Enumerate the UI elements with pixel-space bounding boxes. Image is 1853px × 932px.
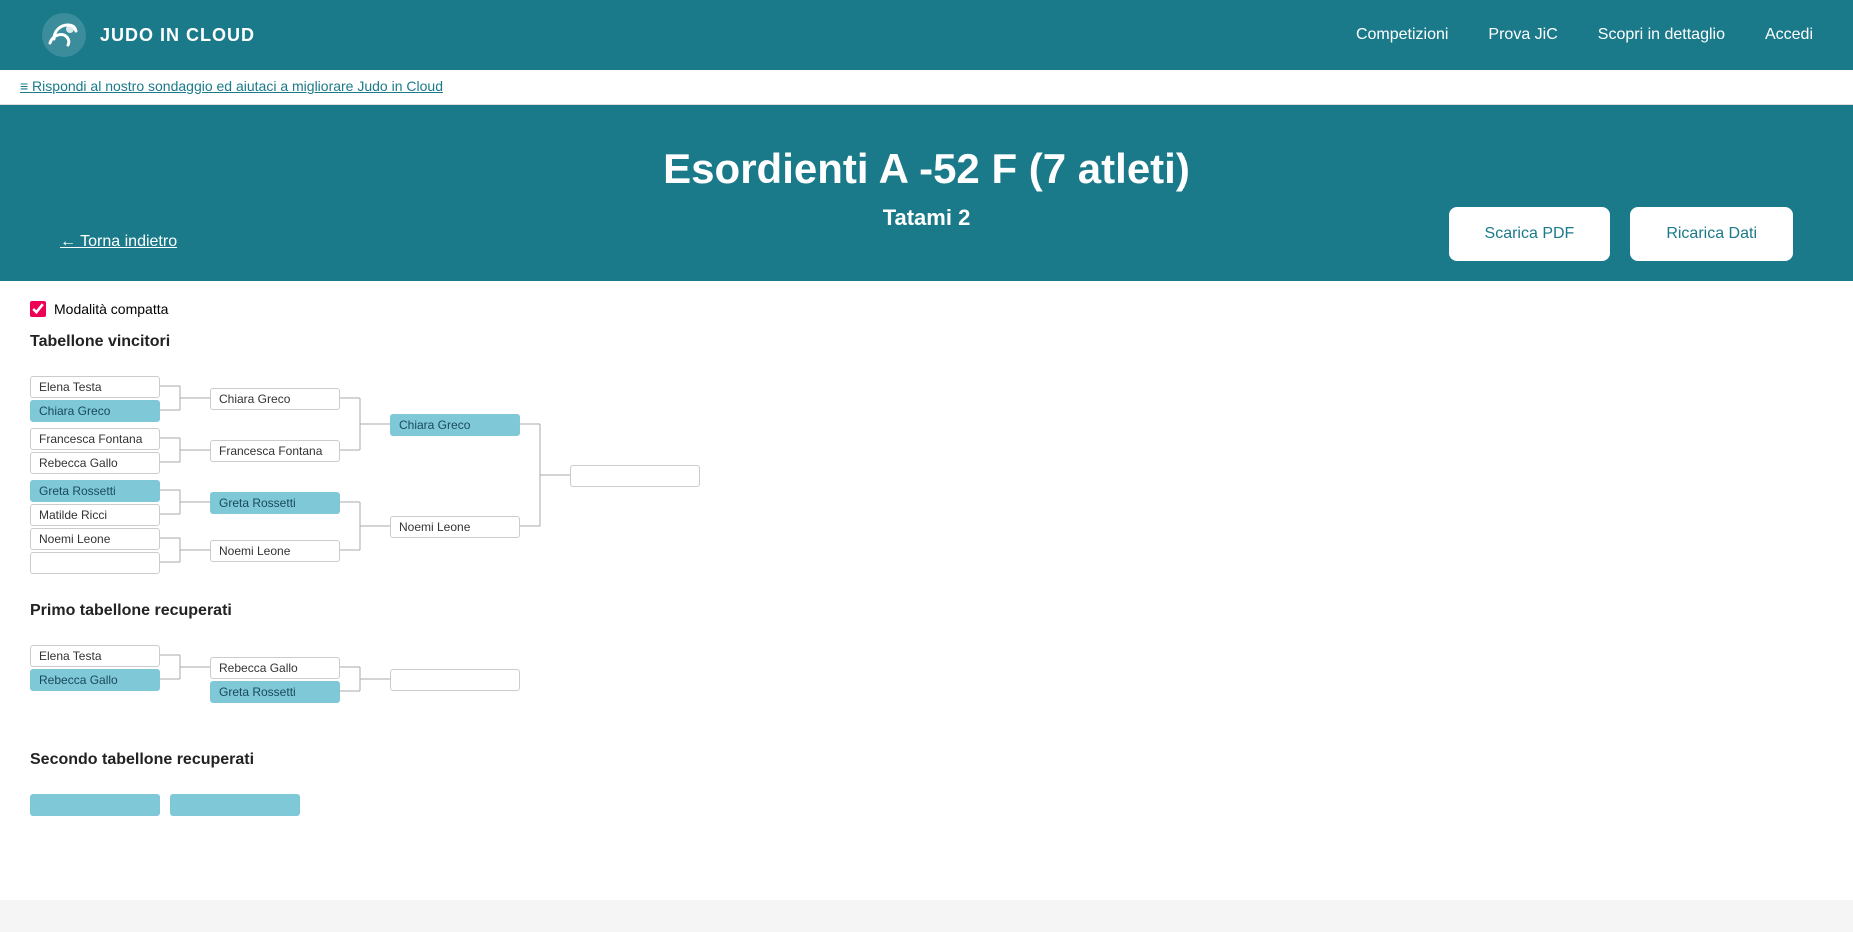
first-recovery-title: Primo tabellone recuperati [30, 602, 1823, 620]
nav-links: Competizioni Prova JiC Scopri in dettagl… [1356, 26, 1813, 44]
page-title: Esordienti A -52 F (7 atleti) [60, 145, 1793, 193]
compact-mode-container: Modalità compatta [30, 301, 1823, 317]
bracket-lines-r2-r3 [340, 367, 390, 577]
player-final [570, 465, 700, 487]
reload-button[interactable]: Ricarica Dati [1630, 207, 1793, 261]
player-rebecca-rec2: Rebecca Gallo [210, 657, 340, 679]
player-matilde-r1: Matilde Ricci [30, 504, 160, 526]
nav-scopri[interactable]: Scopri in dettaglio [1598, 26, 1725, 44]
player-noemi-r2: Noemi Leone [210, 540, 340, 562]
player-noemi-r3: Noemi Leone [390, 516, 520, 538]
hero-buttons: Scarica PDF Ricarica Dati [1449, 207, 1793, 261]
second-recovery-bracket [30, 785, 490, 845]
player-rec2-2 [170, 794, 300, 816]
nav-accedi[interactable]: Accedi [1765, 26, 1813, 44]
main-content: Modalità compatta Tabellone vincitori El… [0, 281, 1853, 900]
player-chiara-r2: Chiara Greco [210, 388, 340, 410]
bracket-lines-r3-r4 [520, 367, 570, 577]
second-recovery-section: Secondo tabellone recuperati [30, 751, 1823, 850]
back-button[interactable]: ← Torna indietro [60, 233, 177, 251]
player-greta-r2: Greta Rossetti [210, 492, 340, 514]
player-rec-final [390, 669, 520, 691]
player-francesca-r1: Francesca Fontana [30, 428, 160, 450]
navbar: JUDO IN CLOUD Competizioni Prova JiC Sco… [0, 0, 1853, 70]
winners-bracket: Elena Testa Chiara Greco Francesca Fonta… [30, 367, 650, 567]
nav-prova-jic[interactable]: Prova JiC [1488, 26, 1557, 44]
player-rec2-1 [30, 794, 160, 816]
pdf-button[interactable]: Scarica PDF [1449, 207, 1611, 261]
second-recovery-title: Secondo tabellone recuperati [30, 751, 1823, 769]
player-elena-rec1: Elena Testa [30, 645, 160, 667]
recovery1-lines-r1 [160, 636, 210, 696]
player-chiara-r3: Chiara Greco [390, 414, 520, 436]
player-empty-r1 [30, 552, 160, 574]
compact-mode-checkbox[interactable] [30, 301, 46, 317]
bracket-lines-r1-r2 [160, 367, 210, 577]
player-greta-r1: Greta Rossetti [30, 480, 160, 502]
survey-link[interactable]: ≡ Rispondi al nostro sondaggio ed aiutac… [20, 78, 443, 94]
first-recovery-section: Primo tabellone recuperati Elena Testa R… [30, 602, 1823, 721]
winners-title: Tabellone vincitori [30, 333, 1823, 351]
player-noemi-r1: Noemi Leone [30, 528, 160, 550]
compact-mode-label: Modalità compatta [54, 301, 168, 317]
survey-banner: ≡ Rispondi al nostro sondaggio ed aiutac… [0, 70, 1853, 105]
player-rebecca-rec1: Rebecca Gallo [30, 669, 160, 691]
first-recovery-bracket: Elena Testa Rebecca Gallo Rebecca Gallo … [30, 636, 490, 716]
brand: JUDO IN CLOUD [40, 11, 255, 59]
player-greta-rec2: Greta Rossetti [210, 681, 340, 703]
logo-icon [40, 11, 88, 59]
hero-section: Esordienti A -52 F (7 atleti) Tatami 2 ←… [0, 105, 1853, 281]
brand-name: JUDO IN CLOUD [100, 25, 255, 46]
winners-section: Tabellone vincitori Elena Testa Chiara G… [30, 333, 1823, 572]
nav-competizioni[interactable]: Competizioni [1356, 26, 1448, 44]
player-francesca-r2: Francesca Fontana [210, 440, 340, 462]
player-chiara-greco-r1: Chiara Greco [30, 400, 160, 422]
player-rebecca-r1: Rebecca Gallo [30, 452, 160, 474]
player-elena-testa-r1: Elena Testa [30, 376, 160, 398]
recovery1-lines-r2 [340, 636, 390, 716]
